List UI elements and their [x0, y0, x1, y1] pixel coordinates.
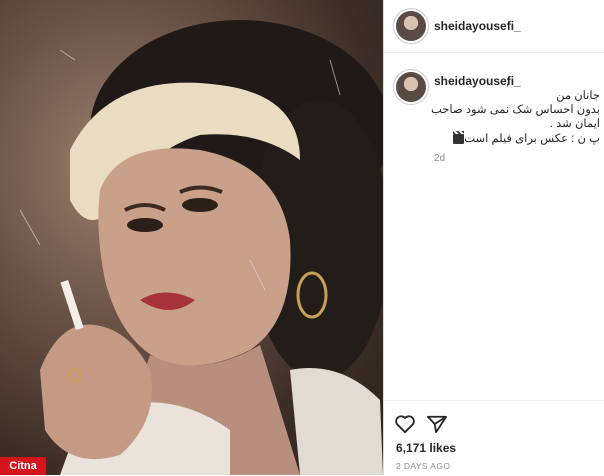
likes-count[interactable]: 6,171 likes — [396, 441, 456, 455]
caption-line-3: ایمان شد . — [549, 118, 600, 130]
caption-comma: , — [506, 74, 510, 88]
post-time[interactable]: 2 DAYS AGO — [396, 461, 450, 471]
post-header: sheidayousefi_ — [384, 0, 604, 53]
caption-line-4-text: پ ن : عکس برای فیلم است — [464, 133, 600, 145]
caption-line-2: بدون احساس شک نمی شود صاحب — [430, 104, 600, 116]
avatar[interactable] — [396, 11, 426, 41]
caption-line-1: جانان من — [556, 90, 600, 102]
post-side-panel: sheidayousefi_ sheidayousefi_ , جانان من… — [384, 0, 604, 475]
caption-avatar[interactable] — [396, 72, 426, 102]
share-icon[interactable] — [426, 414, 448, 434]
portrait-illustration — [19, 20, 383, 475]
header-username[interactable]: sheidayousefi_ — [434, 19, 521, 33]
caption-line-4: پ ن : عکس برای فیلم است — [450, 130, 600, 145]
post-actions: 6,171 likes 2 DAYS AGO — [384, 400, 604, 476]
clapper-board-icon — [453, 130, 465, 144]
post-photo[interactable] — [0, 0, 383, 475]
heart-icon[interactable] — [394, 414, 416, 434]
citna-watermark: Citna — [0, 457, 46, 475]
comment-time: 2d — [434, 153, 446, 164]
